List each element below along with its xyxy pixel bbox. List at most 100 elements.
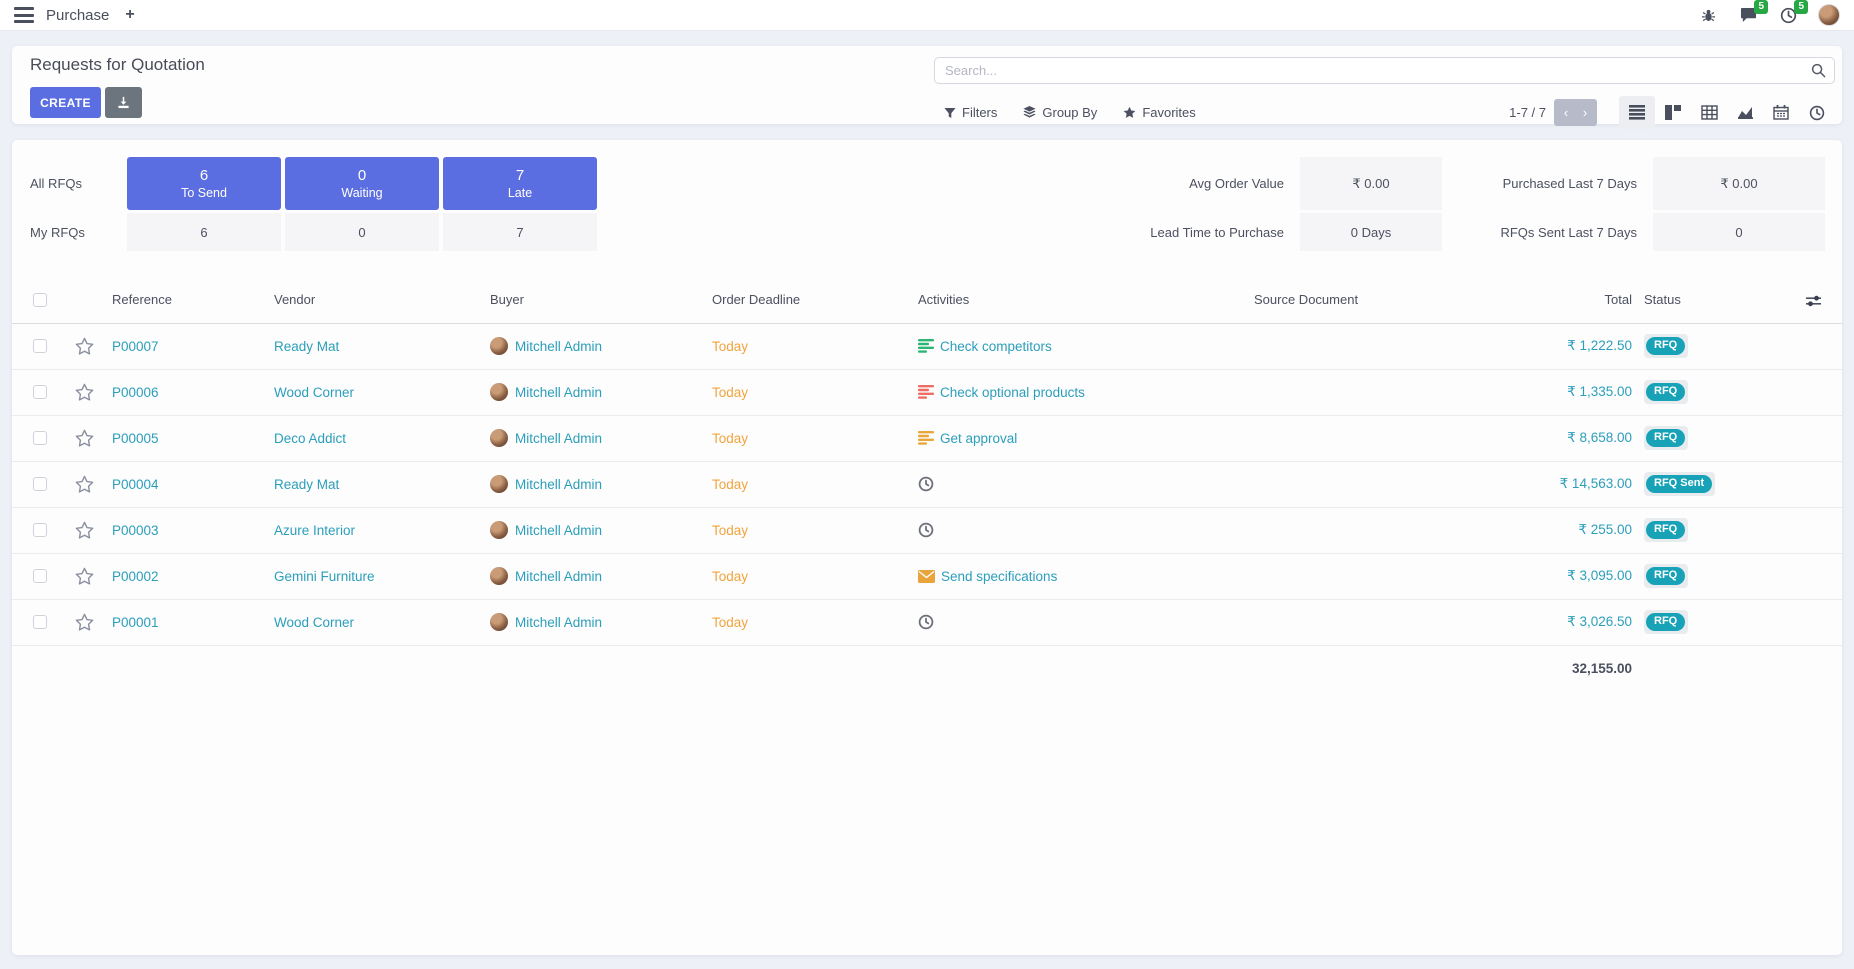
reference-link[interactable]: P00001	[112, 615, 159, 630]
buyer-name: Mitchell Admin	[515, 477, 602, 492]
rfq-row[interactable]: P00003Azure InteriorMitchell AdminToday₹…	[12, 507, 1842, 553]
all-waiting-button[interactable]: 0 Waiting	[285, 157, 439, 210]
favorite-star-icon[interactable]	[75, 337, 94, 355]
rfq-row[interactable]: P00006 Wood Corner Mitchell AdminToday Chec…	[12, 369, 1842, 415]
select-all-checkbox[interactable]	[33, 293, 47, 307]
activity-cell[interactable]	[918, 614, 1254, 630]
create-button[interactable]: CREATE	[30, 87, 101, 118]
rfq-row[interactable]: P00002 Gemini Furniture Mitchell AdminToda…	[12, 553, 1842, 599]
row-checkbox[interactable]	[33, 615, 47, 629]
favorite-star-icon[interactable]	[75, 521, 94, 539]
reference-link[interactable]: P00005	[112, 431, 159, 446]
favorite-star-icon[interactable]	[75, 613, 94, 631]
row-checkbox[interactable]	[33, 431, 47, 445]
activity-cell[interactable]	[918, 522, 1254, 538]
column-header-status[interactable]: Status	[1644, 277, 1784, 323]
list-view-button[interactable]	[1619, 96, 1655, 129]
reference-link[interactable]: P00007	[112, 339, 159, 354]
vendor-link[interactable]: Wood Corner	[274, 385, 354, 400]
group-by-button[interactable]: Group By	[1023, 105, 1097, 120]
activity-cell[interactable]: Check optional products	[918, 385, 1254, 400]
all-to-send-button[interactable]: 6 To Send	[127, 157, 281, 210]
column-header-buyer[interactable]: Buyer	[490, 277, 712, 323]
activity-cell[interactable]: Check competitors	[918, 339, 1254, 354]
rfq-row[interactable]: P00001Wood CornerMitchell AdminToday₹ 3,…	[12, 599, 1842, 645]
column-header-deadline[interactable]: Order Deadline	[712, 277, 918, 323]
pager-next-button[interactable]: ›	[1573, 99, 1597, 126]
pivot-view-button[interactable]	[1691, 96, 1727, 129]
buyer-cell[interactable]: Mitchell Admin	[490, 567, 712, 585]
my-to-send-cell[interactable]: 6	[127, 213, 281, 251]
rfq-row[interactable]: P00004Ready MatMitchell AdminToday₹ 14,5…	[12, 461, 1842, 507]
messages-icon[interactable]: 5	[1738, 5, 1758, 25]
column-header-activities[interactable]: Activities	[918, 277, 1254, 323]
favorites-button[interactable]: Favorites	[1123, 105, 1195, 120]
favorite-star-icon[interactable]	[75, 429, 94, 447]
source-document-cell	[1254, 369, 1454, 415]
calendar-view-button[interactable]	[1763, 96, 1799, 129]
my-late-cell[interactable]: 7	[443, 213, 597, 251]
order-deadline[interactable]: Today	[712, 385, 748, 400]
buyer-cell[interactable]: Mitchell Admin	[490, 383, 712, 401]
favorite-star-icon[interactable]	[75, 383, 94, 401]
activity-cell[interactable]	[918, 476, 1254, 492]
row-checkbox[interactable]	[33, 339, 47, 353]
column-header-reference[interactable]: Reference	[112, 277, 274, 323]
debug-bug-icon[interactable]	[1698, 5, 1718, 25]
status-badge: RFQ	[1644, 334, 1688, 358]
order-deadline[interactable]: Today	[712, 339, 748, 354]
export-button[interactable]	[105, 87, 142, 118]
search-icon[interactable]	[1811, 63, 1826, 83]
search-input[interactable]	[934, 57, 1835, 84]
activity-cell[interactable]: Get approval	[918, 431, 1254, 446]
row-checkbox[interactable]	[33, 569, 47, 583]
column-header-vendor[interactable]: Vendor	[274, 277, 490, 323]
column-header-total[interactable]: Total	[1454, 277, 1644, 323]
vendor-link[interactable]: Wood Corner	[274, 615, 354, 630]
reference-link[interactable]: P00004	[112, 477, 159, 492]
vendor-link[interactable]: Azure Interior	[274, 523, 355, 538]
buyer-cell[interactable]: Mitchell Admin	[490, 613, 712, 631]
order-deadline[interactable]: Today	[712, 615, 748, 630]
column-header-source[interactable]: Source Document	[1254, 277, 1454, 323]
buyer-cell[interactable]: Mitchell Admin	[490, 475, 712, 493]
activity-label: Get approval	[940, 431, 1017, 446]
order-deadline[interactable]: Today	[712, 477, 748, 492]
buyer-cell[interactable]: Mitchell Admin	[490, 337, 712, 355]
plus-icon[interactable]: +	[125, 7, 134, 23]
filters-button[interactable]: Filters	[944, 105, 997, 120]
activity-cell[interactable]: Send specifications	[918, 569, 1254, 584]
favorite-star-icon[interactable]	[75, 567, 94, 585]
graph-view-button[interactable]	[1727, 96, 1763, 129]
order-deadline[interactable]: Today	[712, 523, 748, 538]
my-waiting-cell[interactable]: 0	[285, 213, 439, 251]
favorite-star-icon[interactable]	[75, 475, 94, 493]
order-deadline[interactable]: Today	[712, 569, 748, 584]
activities-clock-icon[interactable]: 5	[1778, 5, 1798, 25]
source-document-cell	[1254, 323, 1454, 369]
rfq-row[interactable]: P00007 Ready Mat Mitchell AdminToday Check …	[12, 323, 1842, 369]
user-avatar[interactable]	[1818, 4, 1840, 26]
optional-columns-button[interactable]	[1784, 277, 1842, 323]
reference-link[interactable]: P00002	[112, 569, 159, 584]
activity-view-button[interactable]	[1799, 96, 1835, 129]
vendor-link[interactable]: Deco Addict	[274, 431, 346, 446]
app-title[interactable]: Purchase	[46, 7, 109, 24]
vendor-link[interactable]: Ready Mat	[274, 339, 339, 354]
vendor-link[interactable]: Gemini Furniture	[274, 569, 375, 584]
row-checkbox[interactable]	[33, 477, 47, 491]
row-checkbox[interactable]	[33, 523, 47, 537]
late-label: Late	[508, 185, 532, 201]
kanban-view-button[interactable]	[1655, 96, 1691, 129]
reference-link[interactable]: P00003	[112, 523, 159, 538]
vendor-link[interactable]: Ready Mat	[274, 477, 339, 492]
buyer-cell[interactable]: Mitchell Admin	[490, 521, 712, 539]
all-late-button[interactable]: 7 Late	[443, 157, 597, 210]
rfq-row[interactable]: P00005 Deco Addict Mitchell AdminToday Get …	[12, 415, 1842, 461]
reference-link[interactable]: P00006	[112, 385, 159, 400]
buyer-cell[interactable]: Mitchell Admin	[490, 429, 712, 447]
row-checkbox[interactable]	[33, 385, 47, 399]
order-deadline[interactable]: Today	[712, 431, 748, 446]
status-badge-text: RFQ	[1646, 567, 1685, 585]
apps-menu-icon[interactable]	[14, 7, 34, 23]
